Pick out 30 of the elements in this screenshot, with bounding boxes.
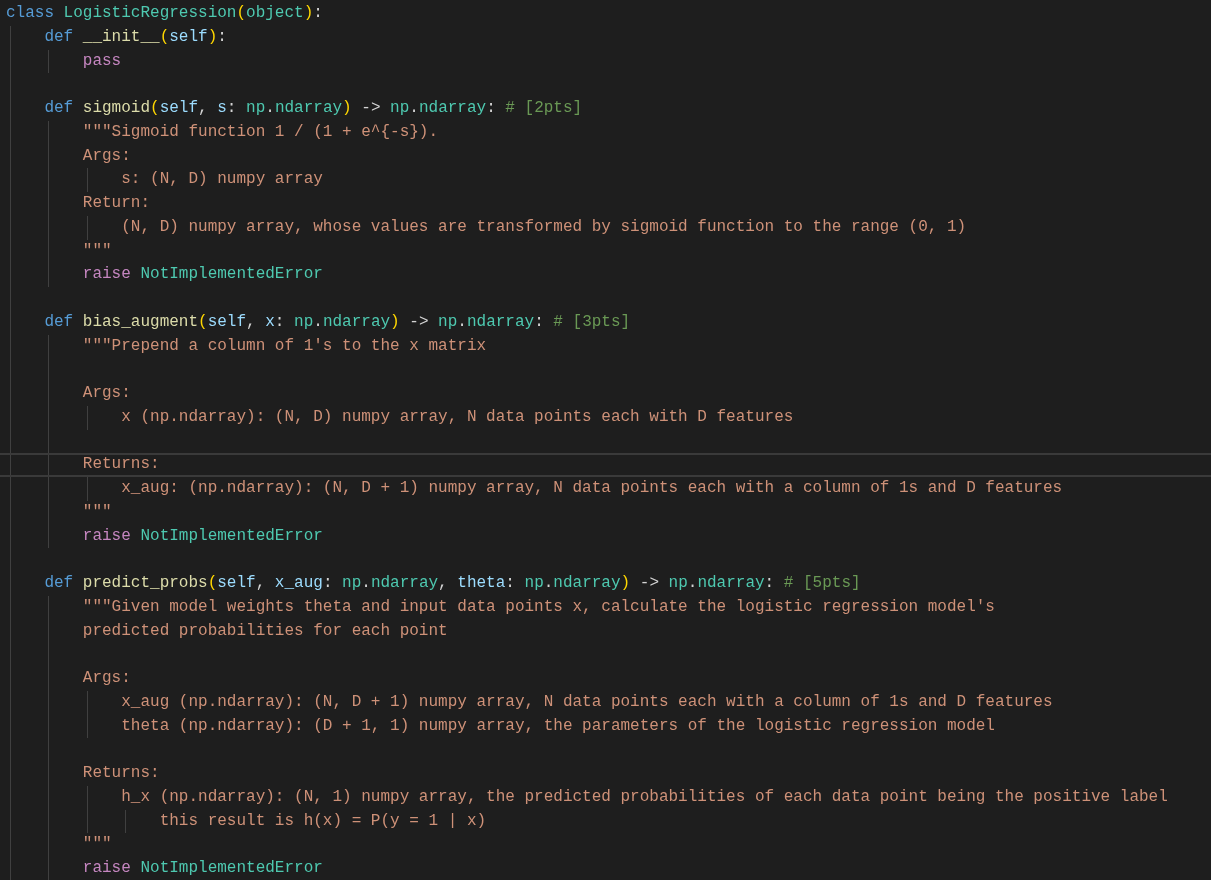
code-line: """ — [81, 835, 112, 854]
code-line: """ — [81, 241, 112, 260]
code-line: raise NotImplementedError — [81, 265, 323, 284]
code-line: x (np.ndarray): (N, D) numpy array, N data points each with D features — [120, 407, 794, 426]
code-line: pass — [81, 51, 122, 70]
code-line: def sigmoid(self, s: np.ndarray) -> np.ndarray: # [2pts] — [43, 99, 583, 117]
code-line: Return: — [81, 194, 151, 212]
code-line: Args: — [81, 146, 131, 165]
code-line: Returns: — [81, 455, 160, 474]
code-line: def bias_augment(self, x: np.ndarray) -> np.ndarray: # [3pts] — [43, 312, 631, 331]
code-line: def __init__(self): — [43, 27, 227, 46]
code-line: def predict_probs(self, x_aug: np.ndarray, theta: np.ndarray) -> np.ndarray: # [5pts] — [43, 574, 861, 592]
code-line: (N, D) numpy array, whose values are transformed by sigmoid function to the range (0, 1) — [120, 217, 967, 236]
code-line: theta (np.ndarray): (D + 1, 1) numpy array, the parameters of the logistic regression model — [120, 716, 995, 735]
code-line: this result is h(x) = P(y = 1 | x) — [158, 811, 487, 830]
code-line: """Given model weights theta and input data points x, calculate the logistic regression model's — [81, 597, 995, 616]
code-line: Args: — [81, 384, 131, 402]
code-line: class LogisticRegression(object): — [6, 4, 323, 22]
code-line: """ — [81, 502, 112, 521]
code-line: s: (N, D) numpy array — [120, 170, 323, 189]
code-line: raise NotImplementedError — [81, 526, 323, 545]
code-line: """Prepend a column of 1's to the x matrix — [81, 336, 487, 355]
code-line: """Sigmoid function 1 / (1 + e^{-s}). — [81, 122, 439, 141]
code-line: h_x (np.ndarray): (N, 1) numpy array, the predicted probabilities of each data point being the positive label — [120, 787, 1168, 806]
code-line: x_aug (np.ndarray): (N, D + 1) numpy array, N data points each with a column of 1s and D features — [120, 692, 1053, 711]
code-line: Returns: — [81, 764, 160, 782]
code-line: Args: — [81, 669, 131, 687]
code-line: raise NotImplementedError — [81, 859, 323, 877]
code-line: predicted probabilities for each point — [81, 621, 448, 640]
code-line: x_aug: (np.ndarray): (N, D + 1) numpy array, N data points each with a column of 1s and D features — [120, 479, 1063, 497]
